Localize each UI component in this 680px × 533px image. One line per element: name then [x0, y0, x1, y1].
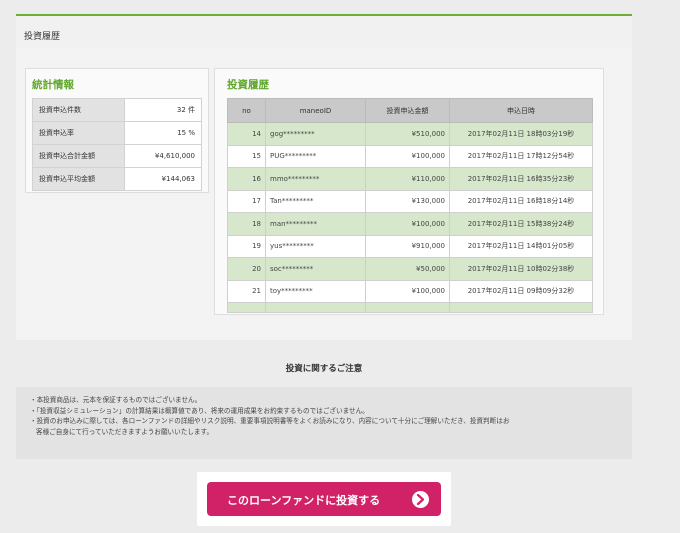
cell-id: man********* — [265, 212, 366, 236]
cell-id: yus********* — [265, 234, 366, 258]
stats-value: ¥4,610,000 — [124, 144, 202, 168]
notice-line: ・投資のお申込みに際しては、各ローンファンドの詳細やリスク説明、重要事項説明書等… — [30, 417, 510, 425]
cell-amount: ¥50,000 — [365, 257, 450, 281]
cell-no: 18 — [227, 212, 266, 236]
history-box: 投資履歴 no maneoID 投資申込金額 申込日時 14 gog******… — [214, 68, 604, 315]
cell-no: 16 — [227, 167, 266, 191]
cell-date: 2017年02月11日 15時38分24秒 — [449, 212, 593, 236]
cell-no: 21 — [227, 279, 266, 303]
page: 投資履歴 統計情報 投資申込件数 32 件 投資申込率 15 % 投資申込合計金… — [0, 0, 680, 533]
table-row: 18 man********* ¥100,000 2017年02月11日 15時… — [227, 212, 593, 236]
col-header-amount: 投資申込金額 — [365, 98, 450, 123]
col-header-maneoid: maneoID — [265, 98, 366, 123]
cell-amount: ¥510,000 — [365, 122, 450, 146]
table-row: 14 gog********* ¥510,000 2017年02月11日 18時… — [227, 122, 593, 146]
notice-line: ・本投資商品は、元本を保証するものではございません。 — [30, 396, 202, 404]
stats-row: 投資申込率 15 % — [32, 121, 202, 145]
notice-line: 客様ご自身にて行っていただきますようお願いいたします。 — [36, 427, 214, 436]
history-table: no maneoID 投資申込金額 申込日時 14 gog********* ¥… — [227, 98, 593, 313]
cell-id: gog********* — [265, 122, 366, 146]
cell-amount: ¥110,000 — [365, 167, 450, 191]
cta-highlight-frame: このローンファンドに投資する — [197, 472, 451, 526]
cell-date: 2017年02月11日 17時12分54秒 — [449, 144, 593, 168]
cell-date: 2017年02月11日 16時35分23秒 — [449, 167, 593, 191]
cell-no: 15 — [227, 144, 266, 168]
table-row: 19 yus********* ¥910,000 2017年02月11日 14時… — [227, 234, 593, 258]
stats-table: 投資申込件数 32 件 投資申込率 15 % 投資申込合計金額 ¥4,610,0… — [32, 98, 202, 191]
col-header-no: no — [227, 98, 266, 123]
cell-id: toy********* — [265, 279, 366, 303]
cell-date: 2017年02月11日 16時18分14秒 — [449, 189, 593, 213]
stats-value: 32 件 — [124, 98, 202, 122]
invest-button-label: このローンファンドに投資する — [227, 494, 381, 507]
cell-amount: ¥100,000 — [365, 279, 450, 303]
history-title: 投資履歴 — [227, 79, 269, 91]
cell-id: mmo********* — [265, 167, 366, 191]
cell-date: 2017年02月11日 10時02分38秒 — [449, 257, 593, 281]
stats-value: ¥144,063 — [124, 167, 202, 191]
chevron-right-icon — [412, 491, 429, 508]
stats-title: 統計情報 — [32, 79, 74, 91]
cell-id: Tan********* — [265, 189, 366, 213]
cell-date: 2017年02月11日 18時03分19秒 — [449, 122, 593, 146]
table-row: 16 mmo********* ¥110,000 2017年02月11日 16時… — [227, 167, 593, 191]
table-row: 20 soc********* ¥50,000 2017年02月11日 10時0… — [227, 257, 593, 281]
cell-no: 19 — [227, 234, 266, 258]
cell-date: 2017年02月11日 14時01分05秒 — [449, 234, 593, 258]
notice-title: 投資に関するご注意 — [285, 364, 363, 374]
table-row: 17 Tan********* ¥130,000 2017年02月11日 16時… — [227, 189, 593, 213]
section-title: 投資履歴 — [24, 32, 61, 42]
cell-no: 20 — [227, 257, 266, 281]
invest-button[interactable]: このローンファンドに投資する — [207, 482, 441, 516]
notice-line: ・「投資収益シミュレーション」の計算結果は概算値であり、将来の運用成果をお約束す… — [30, 406, 369, 415]
table-row-partial — [227, 302, 593, 313]
notice-panel: ・本投資商品は、元本を保証するものではございません。 ・「投資収益シミュレーショ… — [16, 387, 632, 459]
cell-amount: ¥100,000 — [365, 212, 450, 236]
stats-row: 投資申込平均金額 ¥144,063 — [32, 167, 202, 191]
stats-value: 15 % — [124, 121, 202, 145]
cell-id: soc********* — [265, 257, 366, 281]
stats-label: 投資申込合計金額 — [32, 144, 125, 168]
cell-no: 14 — [227, 122, 266, 146]
cell-amount: ¥130,000 — [365, 189, 450, 213]
stats-label: 投資申込件数 — [32, 98, 125, 122]
section-header: 投資履歴 — [16, 14, 632, 48]
stats-box: 統計情報 投資申込件数 32 件 投資申込率 15 % 投資申込合計金額 ¥4,… — [25, 68, 209, 193]
cell-no: 17 — [227, 189, 266, 213]
cell-amount: ¥100,000 — [365, 144, 450, 168]
stats-label: 投資申込率 — [32, 121, 125, 145]
cell-date: 2017年02月11日 09時09分32秒 — [449, 279, 593, 303]
cell-id: PUG********* — [265, 144, 366, 168]
col-header-date: 申込日時 — [449, 98, 593, 123]
table-row: 15 PUG********* ¥100,000 2017年02月11日 17時… — [227, 144, 593, 168]
stats-row: 投資申込合計金額 ¥4,610,000 — [32, 144, 202, 168]
history-header-row: no maneoID 投資申込金額 申込日時 — [227, 98, 593, 123]
cell-amount: ¥910,000 — [365, 234, 450, 258]
stats-label: 投資申込平均金額 — [32, 167, 125, 191]
table-row: 21 toy********* ¥100,000 2017年02月11日 09時… — [227, 279, 593, 303]
stats-row: 投資申込件数 32 件 — [32, 98, 202, 122]
